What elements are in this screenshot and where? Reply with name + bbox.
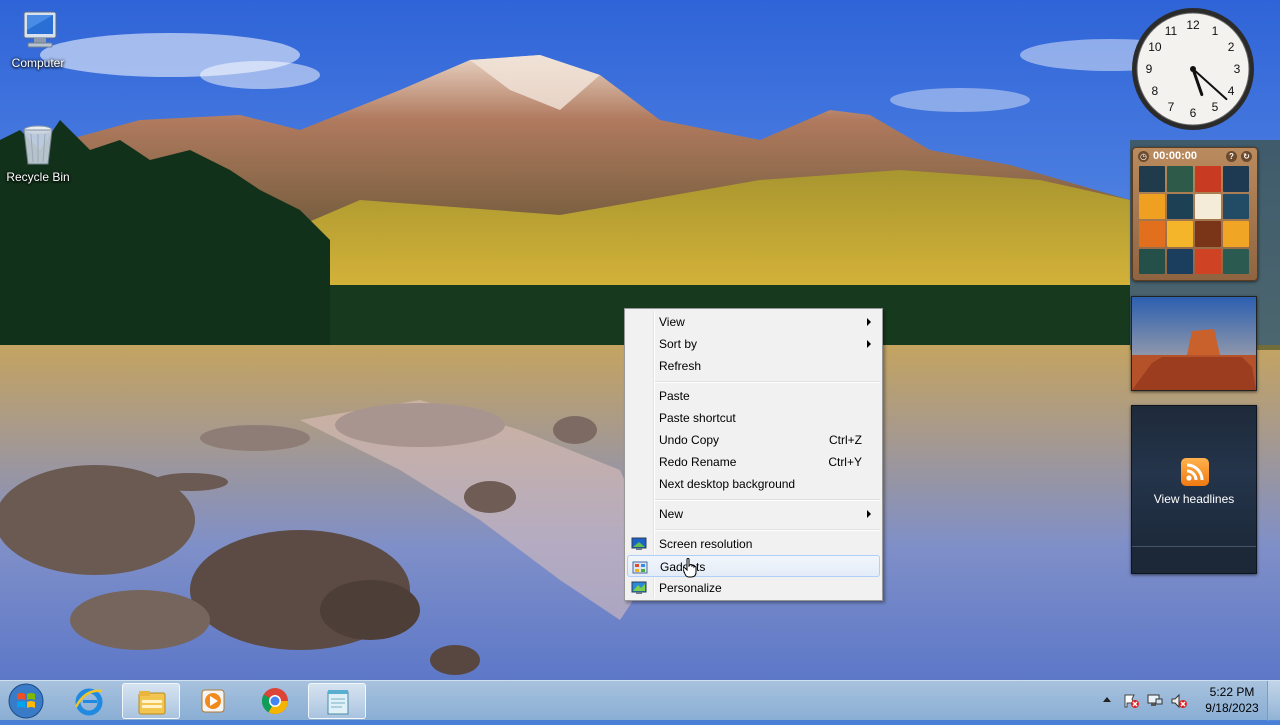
clock-numeral: 3 <box>1234 62 1241 76</box>
submenu-arrow-icon <box>867 510 871 518</box>
clock-numeral: 4 <box>1228 84 1235 98</box>
menu-item-undo-copy[interactable]: Undo Copy Ctrl+Z <box>627 429 880 451</box>
shuffle-icon[interactable]: ↻ <box>1241 150 1252 162</box>
puzzle-tile[interactable] <box>1223 221 1249 247</box>
clock-numeral: 12 <box>1186 18 1200 32</box>
recycle-bin-icon <box>23 125 53 165</box>
desktop-icon-label: Computer <box>11 56 65 70</box>
menu-item-new[interactable]: New <box>627 503 880 525</box>
chrome-icon <box>261 688 289 715</box>
clock-numeral: 9 <box>1146 62 1153 76</box>
desktop-icon-recycle-bin[interactable]: Recycle Bin <box>0 122 76 184</box>
menu-item-personalize[interactable]: Personalize <box>627 577 880 599</box>
puzzle-tile[interactable] <box>1195 193 1221 219</box>
puzzle-tile[interactable] <box>1139 193 1165 219</box>
clock-numeral: 7 <box>1168 100 1175 114</box>
clock-numeral: 11 <box>1165 24 1178 38</box>
puzzle-tile[interactable] <box>1223 248 1249 274</box>
puzzle-tile[interactable] <box>1195 166 1221 192</box>
computer-icon <box>23 11 57 48</box>
puzzle-tile[interactable] <box>1167 193 1193 219</box>
menu-item-redo-rename[interactable]: Redo Rename Ctrl+Y <box>627 451 880 473</box>
puzzle-timer: 00:00:00 <box>1153 150 1198 162</box>
menu-item-gadgets[interactable]: Gadgets <box>627 555 880 577</box>
volume-muted-icon[interactable] <box>1170 693 1188 709</box>
show-hidden-icons-icon[interactable] <box>1102 693 1112 707</box>
taskbar-time: 5:22 PM <box>1209 685 1255 699</box>
menu-separator <box>655 381 880 383</box>
notepad-icon <box>327 690 349 715</box>
submenu-arrow-icon <box>867 340 871 348</box>
puzzle-grid[interactable] <box>1139 166 1249 274</box>
menu-item-next-desktop-background[interactable]: Next desktop background <box>627 473 880 495</box>
view-headlines-link[interactable]: View headlines <box>1132 492 1256 506</box>
internet-explorer-icon <box>74 688 103 716</box>
personalize-icon <box>631 581 647 594</box>
clock-numeral: 1 <box>1212 24 1219 38</box>
feed-footer <box>1132 546 1256 573</box>
taskbar-internet-explorer[interactable] <box>60 683 118 719</box>
clock-numeral: 10 <box>1148 40 1162 54</box>
puzzle-tile[interactable] <box>1139 248 1165 274</box>
puzzle-tile[interactable] <box>1139 221 1165 247</box>
taskbar: 5:22 PM 9/18/2023 <box>0 680 1280 721</box>
clock-numeral: 5 <box>1212 100 1219 114</box>
screen-resolution-icon <box>631 537 647 550</box>
clock-numeral: 8 <box>1152 84 1159 98</box>
menu-separator <box>655 499 880 501</box>
shortcut-label: Ctrl+Y <box>828 455 862 469</box>
action-center-icon[interactable] <box>1122 693 1140 709</box>
desktop-icon-label: Recycle Bin <box>6 170 70 184</box>
gadgets-icon <box>632 561 648 574</box>
submenu-arrow-icon <box>867 318 871 326</box>
taskbar-file-explorer[interactable] <box>122 683 180 719</box>
menu-item-paste[interactable]: Paste <box>627 385 880 407</box>
puzzle-tile[interactable] <box>1223 193 1249 219</box>
menu-item-paste-shortcut[interactable]: Paste shortcut <box>627 407 880 429</box>
slide-show-gadget[interactable] <box>1131 296 1257 391</box>
desktop-icon-computer[interactable]: Computer <box>0 8 76 70</box>
desktop-context-menu: View Sort by Refresh Paste Paste shortcu… <box>624 308 883 601</box>
show-desktop-button[interactable] <box>1267 681 1280 721</box>
puzzle-tile[interactable] <box>1223 166 1249 192</box>
feed-headlines-gadget[interactable]: View headlines <box>1131 405 1257 574</box>
start-button[interactable] <box>4 682 48 720</box>
help-icon[interactable]: ? <box>1226 150 1237 162</box>
timer-icon: ◷ <box>1138 150 1149 162</box>
puzzle-tile[interactable] <box>1167 221 1193 247</box>
rss-icon <box>1181 458 1209 486</box>
hand-cursor-icon <box>683 558 697 578</box>
shortcut-label: Ctrl+Z <box>829 433 862 447</box>
menu-item-screen-resolution[interactable]: Screen resolution <box>627 533 880 555</box>
windows-logo-icon <box>8 683 44 719</box>
file-explorer-icon <box>138 691 166 715</box>
taskbar-notepad[interactable] <box>308 683 366 719</box>
clock-numeral: 6 <box>1190 106 1197 120</box>
network-icon[interactable] <box>1146 693 1164 709</box>
media-player-icon <box>201 689 225 713</box>
puzzle-tile[interactable] <box>1195 248 1221 274</box>
puzzle-tile[interactable] <box>1195 221 1221 247</box>
taskbar-chrome[interactable] <box>246 683 304 719</box>
taskbar-clock[interactable]: 5:22 PM 9/18/2023 <box>1192 684 1272 716</box>
puzzle-tile[interactable] <box>1139 166 1165 192</box>
clock-gadget[interactable]: 12 12 3 45 6 78 9 1011 <box>1130 6 1256 132</box>
menu-item-sort-by[interactable]: Sort by <box>627 333 880 355</box>
menu-item-view[interactable]: View <box>627 311 880 333</box>
picture-puzzle-gadget[interactable]: ◷ 00:00:00 ? ↻ <box>1132 147 1258 281</box>
clock-numeral: 2 <box>1228 40 1235 54</box>
puzzle-tile[interactable] <box>1167 248 1193 274</box>
puzzle-tile[interactable] <box>1167 166 1193 192</box>
menu-item-refresh[interactable]: Refresh <box>627 355 880 377</box>
menu-separator <box>655 529 880 531</box>
taskbar-media-player[interactable] <box>184 683 242 719</box>
taskbar-date: 9/18/2023 <box>1205 701 1259 715</box>
